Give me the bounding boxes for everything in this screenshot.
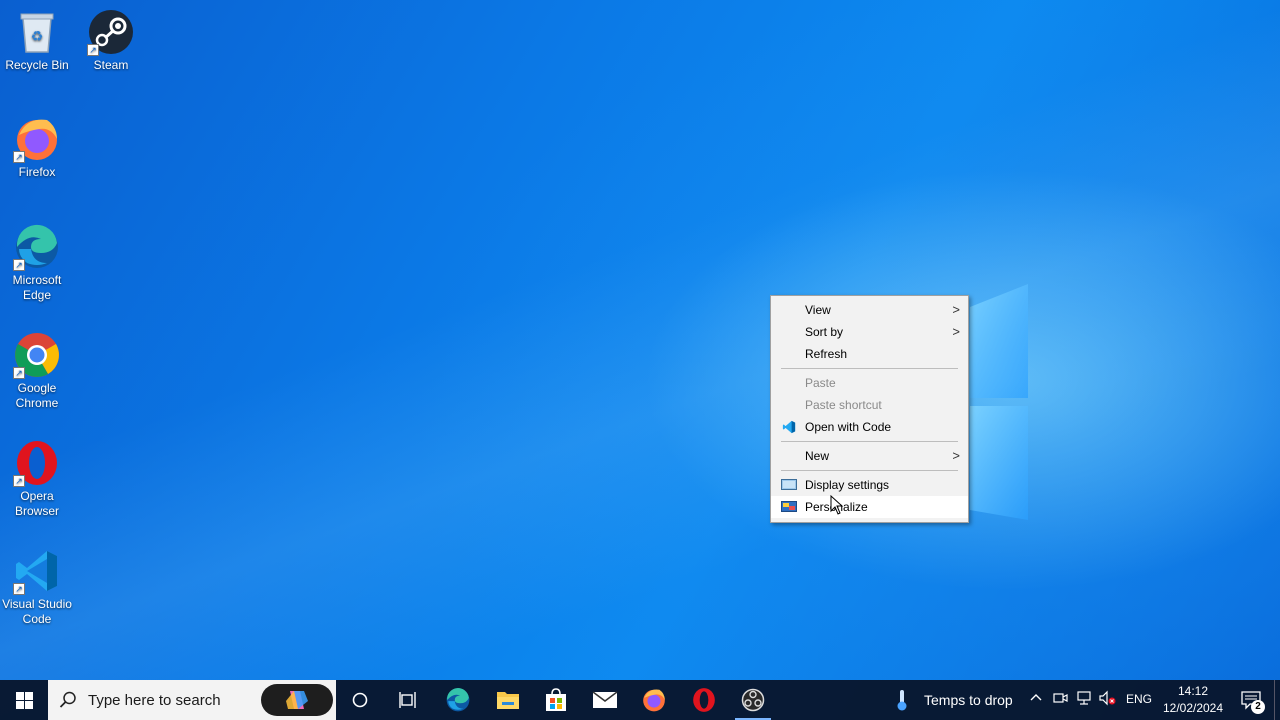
opera-icon: ↗	[13, 439, 61, 487]
volume-button[interactable]	[1099, 690, 1119, 710]
network-icon	[1077, 691, 1091, 705]
chevron-up-icon	[1030, 694, 1042, 701]
shortcut-arrow-icon: ↗	[13, 475, 25, 487]
menu-separator	[781, 441, 958, 442]
file-explorer-icon	[497, 692, 519, 709]
menu-separator	[781, 368, 958, 369]
display-icon	[781, 479, 797, 490]
menu-item-label: View	[805, 303, 831, 317]
desktop-icon-microsoft-edge[interactable]: ↗ Microsoft Edge	[0, 223, 74, 303]
menu-item-view[interactable]: View >	[771, 299, 968, 321]
desktop-icon-visual-studio-code[interactable]: ↗ Visual Studio Code	[0, 547, 74, 627]
menu-item-open-with-code[interactable]: Open with Code	[771, 416, 968, 438]
taskbar-file-explorer[interactable]	[484, 680, 532, 720]
shortcut-arrow-icon: ↗	[13, 259, 25, 271]
menu-item-new[interactable]: New >	[771, 445, 968, 467]
shortcut-arrow-icon: ↗	[87, 44, 99, 56]
desktop-icon-label: Recycle Bin	[5, 58, 69, 72]
desktop-icon-label: Firefox	[18, 165, 56, 179]
menu-item-refresh[interactable]: Refresh	[771, 343, 968, 365]
weather-text: Temps to drop	[924, 692, 1013, 708]
notification-count-badge: 2	[1251, 700, 1265, 714]
windows-start-icon	[15, 691, 33, 709]
menu-item-label: Paste	[805, 376, 836, 390]
recycle-bin-icon: ♻	[13, 8, 61, 56]
menu-item-paste: Paste	[771, 372, 968, 394]
vscode-icon: ↗	[13, 547, 61, 595]
volume-muted-icon	[1099, 690, 1116, 706]
copilot-icon	[286, 691, 308, 709]
wallpaper-light-beam	[0, 0, 1280, 720]
copilot-button[interactable]	[261, 684, 333, 716]
desktop-icon-label: Microsoft Edge	[12, 273, 62, 302]
task-view-icon	[399, 692, 416, 708]
obs-icon	[741, 688, 765, 712]
shortcut-arrow-icon: ↗	[13, 151, 25, 163]
mouse-cursor-icon	[830, 495, 844, 515]
desktop-icon-recycle-bin[interactable]: ♻ Recycle Bin	[0, 8, 74, 73]
menu-item-label: Display settings	[805, 478, 890, 492]
menu-item-paste-shortcut: Paste shortcut	[771, 394, 968, 416]
desktop-icon-google-chrome[interactable]: ↗ Google Chrome	[0, 331, 74, 411]
show-desktop-button[interactable]	[1274, 680, 1280, 720]
taskbar-mail[interactable]	[581, 680, 629, 720]
clock-time: 14:12	[1177, 684, 1209, 698]
menu-separator	[781, 470, 958, 471]
show-hidden-icons-button[interactable]	[1028, 690, 1046, 710]
firefox-icon	[643, 689, 665, 712]
firefox-icon: ↗	[13, 115, 61, 163]
desktop-icon-opera-browser[interactable]: ↗ Opera Browser	[0, 439, 74, 519]
desktop-icon-label: Opera Browser	[14, 489, 59, 518]
cortana-button[interactable]	[336, 680, 384, 720]
taskbar-clock[interactable]: 14:12 12/02/2024	[1158, 683, 1228, 717]
menu-item-display-settings[interactable]: Display settings	[771, 474, 968, 496]
taskbar-store[interactable]	[532, 680, 580, 720]
search-placeholder: Type here to search	[88, 691, 221, 709]
chrome-icon: ↗	[13, 331, 61, 379]
action-center-button[interactable]: 2	[1232, 680, 1272, 720]
desktop-icon-firefox[interactable]: ↗ Firefox	[0, 115, 74, 180]
svg-text:♻: ♻	[31, 28, 44, 44]
chevron-right-icon: >	[952, 324, 960, 339]
meet-now-icon	[1053, 693, 1068, 703]
personalize-icon	[781, 501, 797, 512]
edge-icon	[446, 688, 470, 712]
chevron-right-icon: >	[952, 448, 960, 463]
task-view-button[interactable]	[384, 680, 432, 720]
mail-icon	[592, 691, 618, 708]
vscode-icon	[782, 420, 796, 434]
menu-item-label: Open with Code	[805, 420, 892, 434]
language-indicator[interactable]: ENG	[1126, 692, 1152, 706]
shortcut-arrow-icon: ↗	[13, 583, 25, 595]
weather-widget[interactable]: Temps to drop	[892, 680, 1022, 720]
menu-item-personalize[interactable]: Personalize	[771, 496, 968, 518]
desktop-icon-label: Google Chrome	[15, 381, 59, 410]
taskbar-obs[interactable]	[729, 680, 777, 720]
menu-item-label: Sort by	[805, 325, 844, 339]
desktop-icon-steam[interactable]: ↗ Steam	[74, 8, 148, 73]
menu-item-label: Refresh	[805, 347, 848, 361]
shortcut-arrow-icon: ↗	[13, 367, 25, 379]
search-icon	[48, 680, 88, 720]
cortana-icon	[352, 692, 368, 708]
menu-item-label: New	[805, 449, 830, 463]
desktop-context-menu: View > Sort by > Refresh Paste Paste sho…	[770, 295, 969, 523]
taskbar-firefox[interactable]	[630, 680, 678, 720]
desktop-icon-label: Steam	[93, 58, 129, 72]
taskbar-edge[interactable]	[434, 680, 482, 720]
steam-icon: ↗	[87, 8, 135, 56]
taskbar-opera[interactable]	[680, 680, 728, 720]
store-icon	[546, 688, 566, 711]
start-button[interactable]	[0, 680, 48, 720]
menu-item-label: Paste shortcut	[805, 398, 882, 412]
thermometer-icon	[897, 690, 907, 711]
edge-icon: ↗	[13, 223, 61, 271]
menu-item-sort-by[interactable]: Sort by >	[771, 321, 968, 343]
network-button[interactable]	[1076, 690, 1094, 710]
desktop-icon-label: Visual Studio Code	[2, 597, 72, 626]
opera-icon	[693, 688, 715, 712]
clock-date: 12/02/2024	[1162, 701, 1224, 715]
chevron-right-icon: >	[952, 302, 960, 317]
meet-now-button[interactable]	[1052, 690, 1070, 710]
